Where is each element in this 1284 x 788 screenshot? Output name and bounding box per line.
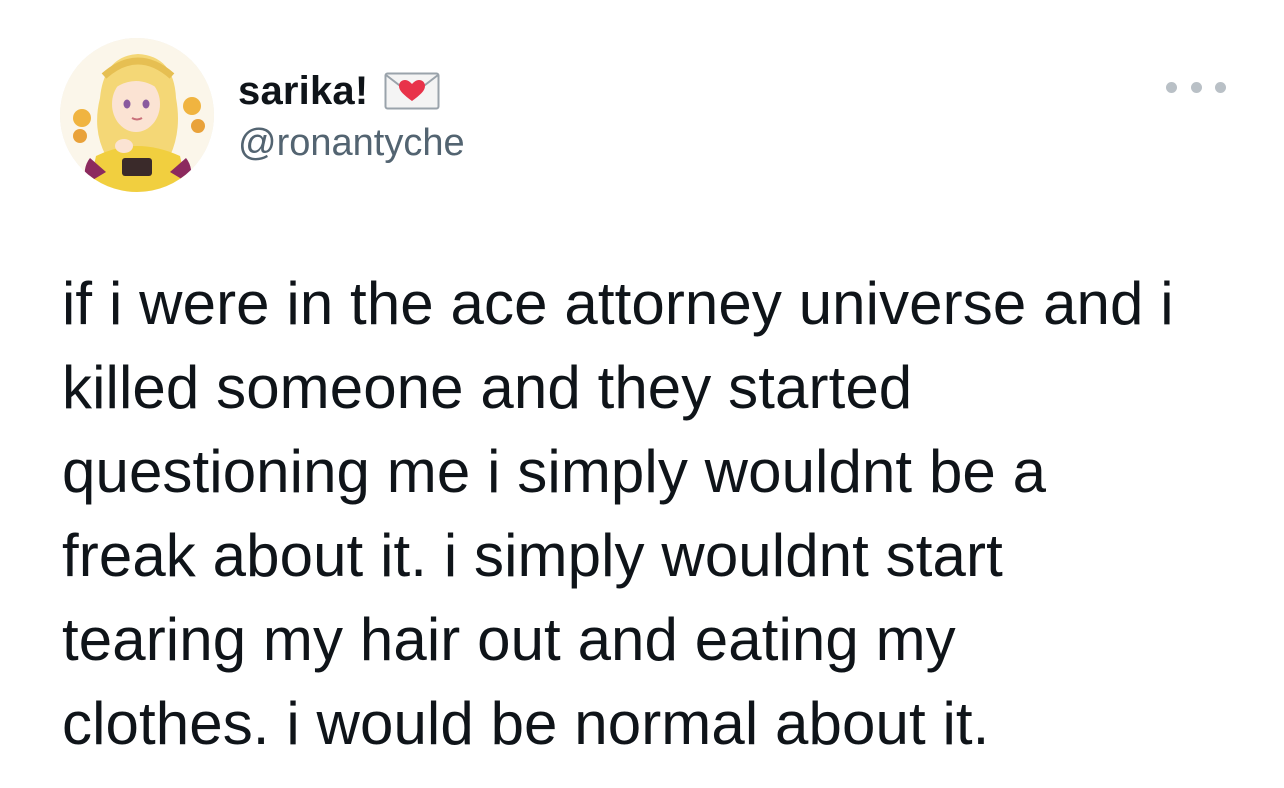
dot: [1166, 81, 1177, 93]
display-name[interactable]: sarika!: [238, 66, 368, 116]
tweet-card: sarika! @ronantyche if i were in the ace…: [0, 0, 1284, 788]
tweet-text-line: if i were in the ace attorney universe a…: [62, 270, 1174, 337]
tweet-text-line: freak about it. i simply wouldnt start: [62, 522, 1003, 589]
tweet-text-line: tearing my hair out and eating my: [62, 606, 956, 673]
dot: [1215, 81, 1226, 93]
dot: [1190, 81, 1202, 93]
more-options-icon[interactable]: [1166, 74, 1226, 100]
avatar[interactable]: [60, 38, 214, 192]
love-letter-icon: [384, 71, 440, 111]
tweet-text-line: questioning me i simply wouldnt be a: [62, 438, 1047, 505]
tweet-text-line: killed someone and they started: [62, 354, 913, 421]
author-name-row[interactable]: sarika!: [238, 66, 440, 116]
avatar-illustration: [60, 38, 214, 192]
tweet-text-line: clothes. i would be normal about it.: [62, 690, 990, 757]
author-handle[interactable]: @ronantyche: [238, 118, 465, 168]
tweet-text: if i were in the ace attorney universe a…: [62, 262, 1252, 766]
